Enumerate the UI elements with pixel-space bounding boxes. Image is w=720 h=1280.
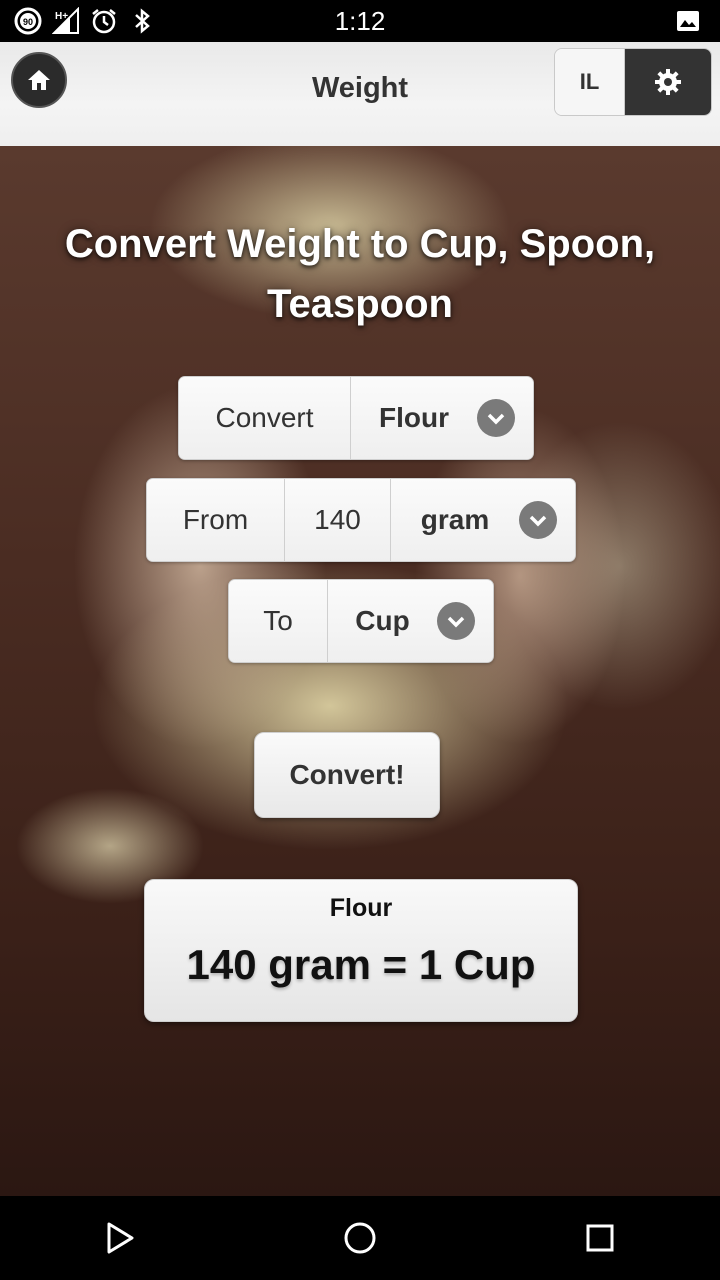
- convert-ingredient-group: Convert Flour: [178, 376, 534, 460]
- result-panel: Flour 140 gram = 1 Cup: [144, 879, 578, 1022]
- language-button[interactable]: IL: [555, 49, 625, 115]
- image-notification-icon: [677, 11, 699, 31]
- status-bar: 90 H+ 1:12: [0, 0, 720, 42]
- status-time: 1:12: [334, 6, 386, 36]
- ingredient-select[interactable]: Flour: [351, 377, 533, 459]
- recents-button[interactable]: [560, 1208, 640, 1268]
- chevron-down-icon: [437, 602, 475, 640]
- chevron-down-icon: [519, 501, 557, 539]
- to-label: To: [229, 580, 328, 662]
- from-group: From 140 gram: [146, 478, 576, 562]
- convert-label: Convert: [179, 377, 351, 459]
- home-nav-button[interactable]: [320, 1208, 400, 1268]
- amount-input[interactable]: 140: [285, 479, 391, 561]
- settings-button[interactable]: [625, 49, 711, 115]
- app-header: Weight IL: [0, 42, 720, 146]
- to-group: To Cup: [228, 579, 494, 663]
- back-button[interactable]: [80, 1208, 160, 1268]
- back-icon: [107, 1222, 134, 1254]
- from-unit-select[interactable]: gram: [391, 479, 575, 561]
- chevron-down-icon: [477, 399, 515, 437]
- navigation-bar: [0, 1196, 720, 1280]
- convert-button[interactable]: Convert!: [254, 732, 440, 818]
- home-circle-icon: [344, 1222, 376, 1254]
- result-title: Flour: [329, 894, 393, 922]
- to-unit-value: Cup: [355, 605, 410, 636]
- hero-heading: Convert Weight to Cup, Spoon, Teaspoon: [64, 222, 656, 326]
- from-label: From: [147, 479, 285, 561]
- header-actions: IL: [554, 48, 712, 116]
- to-unit-select[interactable]: Cup: [328, 580, 493, 662]
- result-value: 140 gram = 1 Cup: [186, 941, 536, 988]
- recents-icon: [586, 1224, 614, 1252]
- gear-icon: [655, 69, 681, 95]
- ingredient-value: Flour: [379, 402, 449, 433]
- from-unit-value: gram: [420, 504, 490, 535]
